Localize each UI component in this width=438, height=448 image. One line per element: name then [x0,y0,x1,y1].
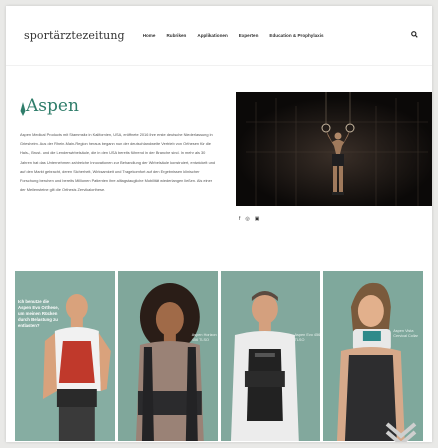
panel-3-label: Aspen Evo 456 TLSO [294,333,321,342]
product-panel-1[interactable]: Ich benutze die Aspen Evo Orthese, um me… [15,271,115,441]
brand-article-text: Aspen Medical Products mit Stammsitz in … [20,132,216,193]
aspen-logo[interactable]: Aspen [20,94,79,116]
aspen-brand-name: Aspen [26,96,79,116]
site-logo[interactable]: sportärztezeitung [24,29,125,42]
panel-4-label: Aspen Vista Cervical Collar [393,329,418,338]
nav-item-applikationen[interactable]: Applikationen [197,33,227,38]
hero-image-athlete [236,92,432,206]
social-links: f ◎ ▣ [239,216,260,222]
facebook-icon[interactable]: f [239,216,240,222]
nav-item-experten[interactable]: Experten [239,33,259,38]
page: sportärztezeitung Home Rubriken Applikat… [6,6,432,442]
brand-section: Aspen Aspen Medical Products mit Stammsi… [20,92,432,232]
product-panel-2[interactable]: Aspen Horizon 456 TLSO [117,271,218,441]
instagram-icon[interactable]: ◎ [245,216,249,222]
share-icon[interactable]: ▣ [255,216,260,222]
product-panel-4[interactable]: Aspen Vista Cervical Collar [323,271,423,441]
scroll-down-chevron-icon[interactable] [383,420,419,442]
main-nav: Home Rubriken Applikationen Experten Edu… [143,33,411,38]
panel-2-label: Aspen Horizon 456 TLSO [191,333,217,342]
search-icon[interactable] [411,31,418,40]
panel-1-quote: Ich benutze die Aspen Evo Orthese, um me… [18,299,59,328]
site-header: sportärztezeitung Home Rubriken Applikat… [6,6,432,66]
product-panel-3[interactable]: Aspen Evo 456 TLSO [220,271,321,441]
nav-item-home[interactable]: Home [143,33,156,38]
product-gallery: Ich benutze die Aspen Evo Orthese, um me… [15,271,423,441]
aspen-logo-mark-icon [20,102,26,116]
nav-item-rubriken[interactable]: Rubriken [166,33,186,38]
nav-item-education[interactable]: Education & Prophylaxis [269,33,323,38]
